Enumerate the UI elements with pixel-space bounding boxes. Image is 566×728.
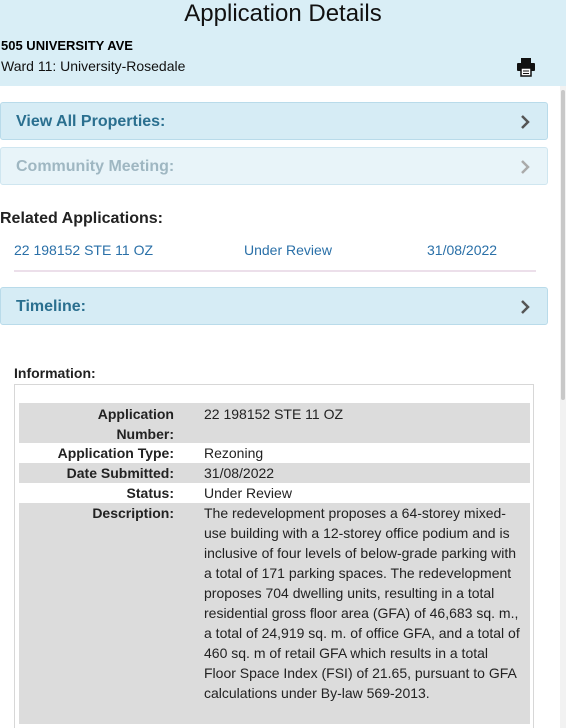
printer-icon[interactable] — [515, 56, 537, 78]
info-label: Date Submitted: — [66, 465, 174, 481]
info-label: Application Type: — [57, 445, 174, 461]
info-value: 22 198152 STE 11 OZ — [204, 406, 344, 422]
timeline-panel[interactable]: Timeline: — [0, 287, 548, 325]
info-row-description: Description: The redevelopment proposes … — [19, 503, 530, 724]
info-value: Under Review — [204, 485, 292, 501]
timeline-label: Timeline: — [16, 298, 86, 315]
info-value: 31/08/2022 — [204, 465, 275, 481]
scrollbar-thumb[interactable] — [561, 90, 565, 400]
related-application-number-link[interactable]: 22 198152 STE 11 OZ — [14, 242, 153, 258]
view-all-properties-label: View All Properties: — [16, 113, 166, 130]
info-label: Application Number: — [97, 406, 174, 442]
info-value: Rezoning — [204, 445, 264, 461]
related-application-date: 31/08/2022 — [427, 242, 498, 258]
information-heading: Information: — [14, 365, 96, 381]
chevron-right-icon — [521, 300, 530, 314]
info-row-status: Status: Under Review — [19, 483, 530, 503]
information-table: Application Number: 22 198152 STE 11 OZ … — [14, 384, 534, 728]
community-meeting-label: Community Meeting: — [16, 158, 175, 175]
info-row-date-submitted: Date Submitted: 31/08/2022 — [19, 463, 530, 483]
info-row-application-number: Application Number: 22 198152 STE 11 OZ — [19, 403, 530, 443]
ward-label: Ward 11: University-Rosedale — [1, 58, 186, 74]
property-address: 505 UNIVERSITY AVE — [1, 38, 133, 53]
header: Application Details 505 UNIVERSITY AVE W… — [0, 0, 566, 86]
info-value: The redevelopment proposes a 64-storey m… — [204, 505, 520, 701]
info-label: Status: — [126, 485, 174, 501]
info-row-application-type: Application Type: Rezoning — [19, 443, 530, 463]
chevron-right-icon — [521, 115, 530, 129]
view-all-properties-panel[interactable]: View All Properties: — [0, 102, 548, 140]
info-label: Description: — [92, 505, 174, 521]
chevron-right-icon — [521, 160, 530, 174]
related-application-status: Under Review — [244, 242, 332, 258]
page-title: Application Details — [184, 0, 382, 27]
community-meeting-panel[interactable]: Community Meeting: — [0, 147, 548, 185]
related-applications-heading: Related Applications: — [0, 210, 163, 227]
related-application-row[interactable]: 22 198152 STE 11 OZ Under Review 31/08/2… — [14, 242, 536, 272]
